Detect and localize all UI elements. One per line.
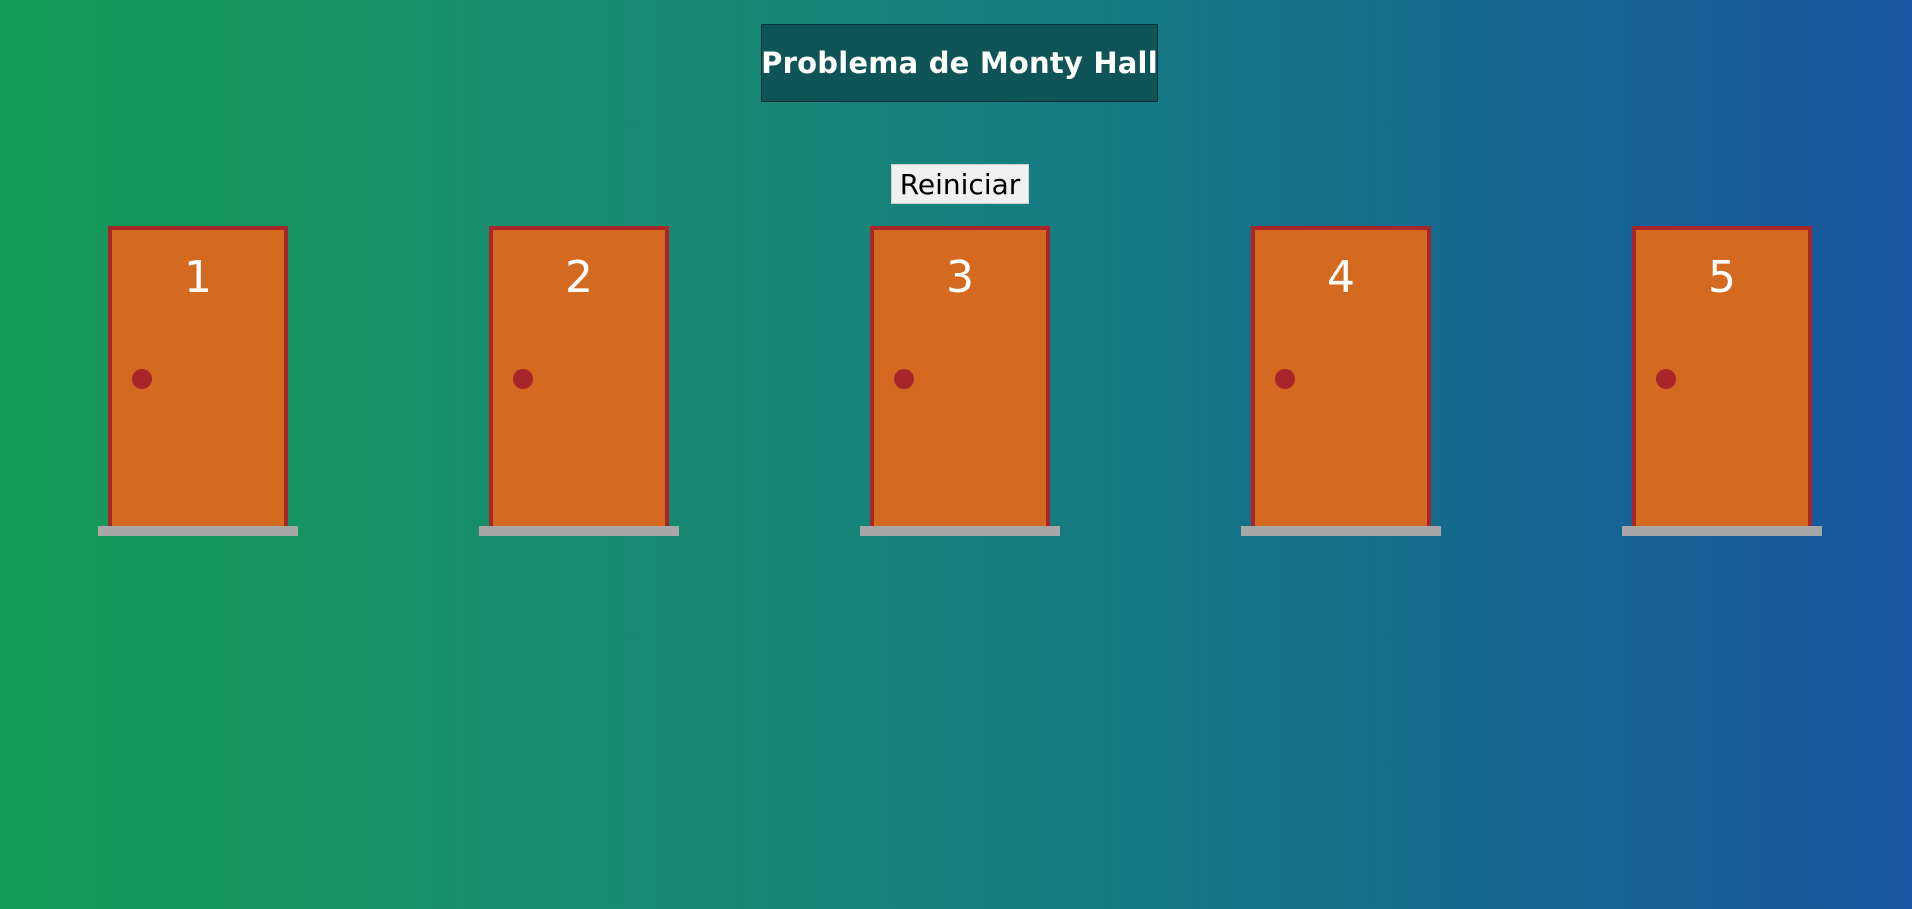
- title-box: Problema de Monty Hall: [761, 24, 1158, 102]
- door-3[interactable]: 3: [870, 226, 1050, 526]
- door-sill: [98, 526, 298, 536]
- door-5[interactable]: 5: [1632, 226, 1812, 526]
- door-sill: [860, 526, 1060, 536]
- door-number: 4: [1327, 252, 1355, 303]
- door-knob-icon: [513, 369, 533, 389]
- door-group-3: 3: [860, 226, 1060, 536]
- door-knob-icon: [1275, 369, 1295, 389]
- door-sill: [1241, 526, 1441, 536]
- door-number: 5: [1708, 252, 1736, 303]
- door-group-4: 4: [1241, 226, 1441, 536]
- door-group-1: 1: [98, 226, 298, 536]
- door-knob-icon: [132, 369, 152, 389]
- door-knob-icon: [894, 369, 914, 389]
- door-knob-icon: [1656, 369, 1676, 389]
- door-number: 3: [946, 252, 974, 303]
- restart-button[interactable]: Reiniciar: [891, 164, 1029, 204]
- door-2[interactable]: 2: [489, 226, 669, 526]
- page-title: Problema de Monty Hall: [761, 46, 1158, 80]
- door-1[interactable]: 1: [108, 226, 288, 526]
- door-group-2: 2: [479, 226, 679, 536]
- door-number: 2: [565, 252, 593, 303]
- door-sill: [1622, 526, 1822, 536]
- door-number: 1: [184, 252, 212, 303]
- door-sill: [479, 526, 679, 536]
- door-4[interactable]: 4: [1251, 226, 1431, 526]
- door-group-5: 5: [1622, 226, 1822, 536]
